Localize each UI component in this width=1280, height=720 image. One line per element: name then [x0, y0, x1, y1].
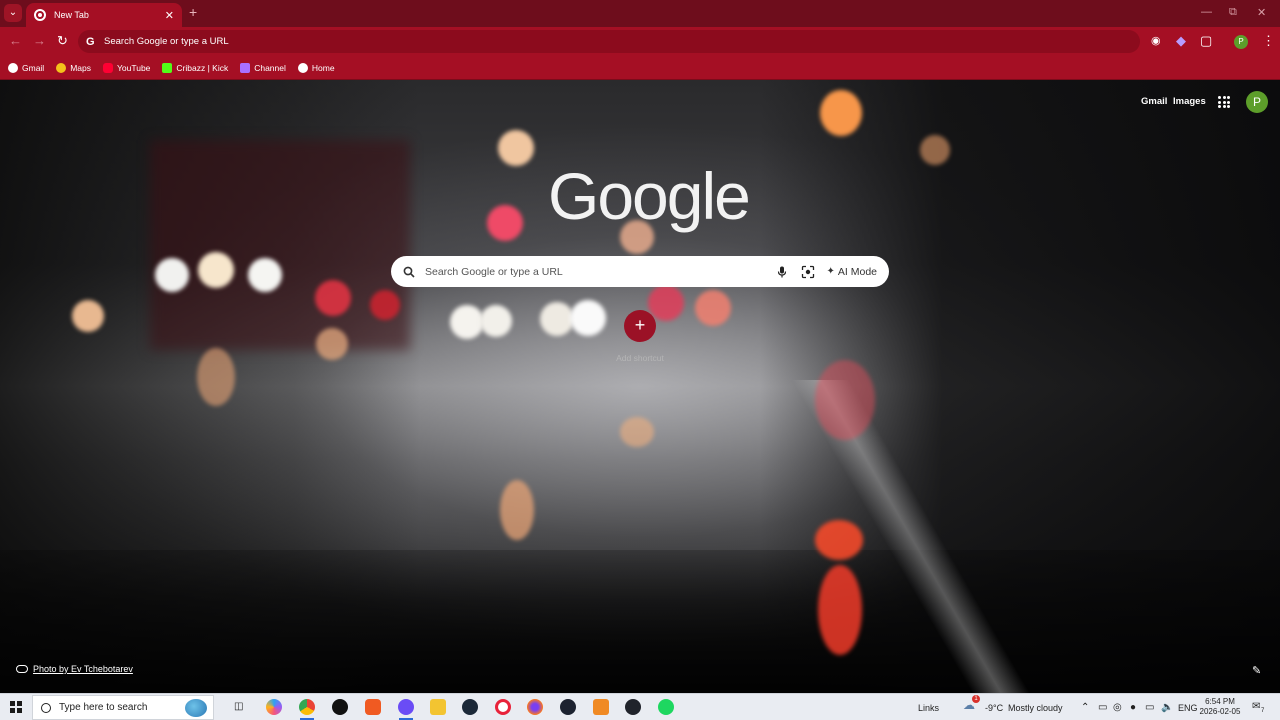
- obs-icon[interactable]: [332, 699, 348, 715]
- channel-icon: [240, 62, 251, 73]
- bookmark-label: Home: [311, 62, 335, 73]
- spotify-icon[interactable]: [658, 699, 674, 715]
- microphone-icon[interactable]: [775, 265, 789, 279]
- ai-mode-button[interactable]: ✦ AI Mode: [827, 266, 878, 278]
- microphone-icon[interactable]: ●: [1130, 702, 1136, 713]
- extension-icon[interactable]: ◆: [1176, 34, 1186, 48]
- menu-kebab-icon[interactable]: ⋮: [1262, 34, 1275, 48]
- app-arrow-icon[interactable]: [625, 699, 641, 715]
- links-toolbar-label[interactable]: Links: [918, 703, 939, 713]
- brave-icon[interactable]: [365, 699, 381, 715]
- network-status-icon[interactable]: ◎: [1113, 702, 1122, 713]
- tab-search-button[interactable]: ⌄: [4, 4, 22, 22]
- incognito-extension-icon[interactable]: ◉: [1151, 34, 1161, 48]
- back-icon[interactable]: ←: [9, 34, 22, 48]
- language-indicator[interactable]: ENG: [1178, 703, 1198, 713]
- steam-icon[interactable]: [462, 699, 478, 715]
- opera-icon[interactable]: [495, 699, 511, 715]
- link-icon: [16, 665, 28, 673]
- ntp-search-box[interactable]: Search Google or type a URL ✦ AI Mode: [391, 256, 889, 287]
- bookmarks-bar: Gmail Maps YouTube Cribazz | Kick Channe…: [0, 56, 1280, 80]
- bookmark-maps[interactable]: Maps: [56, 62, 91, 73]
- omnibox-placeholder: Search Google or type a URL: [104, 36, 229, 47]
- gmail-icon: [8, 62, 18, 73]
- firefox-icon[interactable]: [527, 699, 543, 715]
- search-highlight-globe-icon: [185, 698, 207, 717]
- maximize-icon[interactable]: ⧉: [1229, 6, 1237, 19]
- omnibox[interactable]: G Search Google or type a URL: [78, 30, 1140, 53]
- file-explorer-icon[interactable]: [430, 699, 446, 715]
- minimize-icon[interactable]: —: [1201, 6, 1212, 18]
- bookmark-kick[interactable]: Cribazz | Kick: [162, 62, 229, 73]
- toolbar: ← → ↻ G Search Google or type a URL ◉ ◆ …: [0, 27, 1280, 56]
- bookmark-label: Gmail: [22, 62, 45, 73]
- search-icon: [41, 702, 51, 713]
- tab-new-tab[interactable]: New Tab ✕: [26, 3, 182, 27]
- maps-icon: [56, 62, 67, 73]
- tab-title: New Tab: [54, 10, 89, 20]
- gmail-link[interactable]: Gmail: [1141, 96, 1167, 107]
- google-lens-icon[interactable]: [801, 265, 815, 279]
- add-shortcut-label: Add shortcut: [616, 353, 664, 363]
- search-placeholder: Search Google or type a URL: [425, 265, 563, 278]
- account-avatar[interactable]: P: [1246, 91, 1268, 113]
- device-icon[interactable]: ▭: [1098, 702, 1107, 713]
- youtube-icon: [103, 62, 113, 73]
- profile-avatar[interactable]: P: [1234, 35, 1248, 49]
- copilot-icon[interactable]: [266, 699, 282, 715]
- volume-icon[interactable]: 🔈: [1161, 702, 1173, 713]
- forward-icon[interactable]: →: [33, 34, 46, 48]
- google-g-icon: G: [86, 35, 95, 48]
- weather-condition[interactable]: Mostly cloudy: [1008, 703, 1063, 713]
- clock-date: 2026-02-05: [1199, 707, 1241, 716]
- images-link[interactable]: Images: [1173, 96, 1206, 107]
- bookmark-label: Channel: [254, 62, 286, 73]
- ai-sparkle-search-icon: ✦: [826, 266, 835, 277]
- close-window-icon[interactable]: ✕: [1257, 6, 1266, 19]
- extensions-puzzle-icon[interactable]: ▢: [1200, 34, 1212, 48]
- bookmark-gmail[interactable]: Gmail: [8, 62, 45, 73]
- clock-time: 6:54 PM: [1205, 697, 1235, 706]
- photo-attribution-link[interactable]: Photo by Ev Tchebotarev: [16, 664, 133, 674]
- add-shortcut-button[interactable]: +: [624, 310, 656, 342]
- apps-grid-icon[interactable]: [1218, 96, 1230, 108]
- weather-temperature[interactable]: -9°C: [985, 703, 1003, 713]
- taskbar-search-box[interactable]: Type here to search: [32, 695, 214, 720]
- discord-icon[interactable]: [398, 699, 414, 720]
- media-player-icon[interactable]: [560, 699, 576, 715]
- chrome-icon: [34, 9, 46, 21]
- windows-start-icon[interactable]: [10, 701, 22, 713]
- bookmark-youtube[interactable]: YouTube: [103, 62, 151, 73]
- chevron-up-icon[interactable]: ⌃: [1081, 702, 1089, 713]
- bookmark-channel[interactable]: Channel: [240, 62, 286, 73]
- new-tab-button[interactable]: +: [189, 4, 197, 20]
- bookmark-label: YouTube: [117, 62, 151, 73]
- bookmark-label: Cribazz | Kick: [176, 62, 229, 73]
- bookmark-home[interactable]: Home: [297, 62, 335, 73]
- notification-center-icon[interactable]: ✉: [1252, 701, 1260, 712]
- system-clock[interactable]: 6:54 PM 2026-02-05: [1196, 697, 1244, 717]
- vlc-icon[interactable]: [593, 699, 609, 715]
- chrome-icon[interactable]: [299, 699, 315, 720]
- search-icon: [403, 266, 415, 278]
- notification-count: 7: [1261, 708, 1265, 714]
- weather-alert-badge: 1: [972, 695, 980, 703]
- taskbar: Type here to search ◫ Links ☁ 1 -9°C Mos…: [0, 693, 1280, 720]
- google-logo: Google: [548, 159, 751, 233]
- taskbar-search-placeholder: Type here to search: [59, 702, 148, 713]
- customize-pencil-icon[interactable]: ✎: [1252, 664, 1261, 677]
- photo-credit-text: Photo by Ev Tchebotarev: [33, 664, 133, 674]
- close-icon[interactable]: ✕: [165, 9, 174, 22]
- bookmark-label: Maps: [70, 62, 91, 73]
- task-view-icon[interactable]: ◫: [234, 701, 243, 712]
- home-icon: [297, 62, 308, 73]
- monitor-icon[interactable]: ▭: [1145, 702, 1154, 713]
- reload-icon[interactable]: ↻: [57, 34, 68, 48]
- ai-mode-label: AI Mode: [837, 265, 877, 278]
- tab-strip: ⌄ New Tab ✕ + — ⧉ ✕: [0, 0, 1280, 27]
- kick-icon: [162, 62, 173, 73]
